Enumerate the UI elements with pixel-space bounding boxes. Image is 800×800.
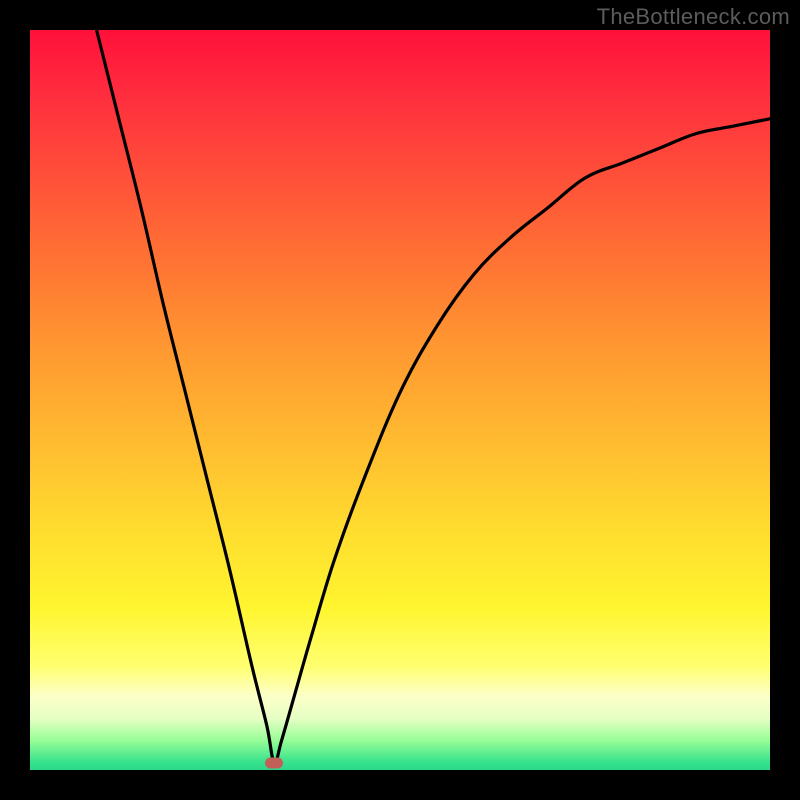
watermark-text: TheBottleneck.com — [597, 4, 790, 30]
bottleneck-curve — [30, 30, 770, 770]
minimum-marker — [265, 757, 283, 768]
plot-area — [30, 30, 770, 770]
chart-frame: TheBottleneck.com — [0, 0, 800, 800]
